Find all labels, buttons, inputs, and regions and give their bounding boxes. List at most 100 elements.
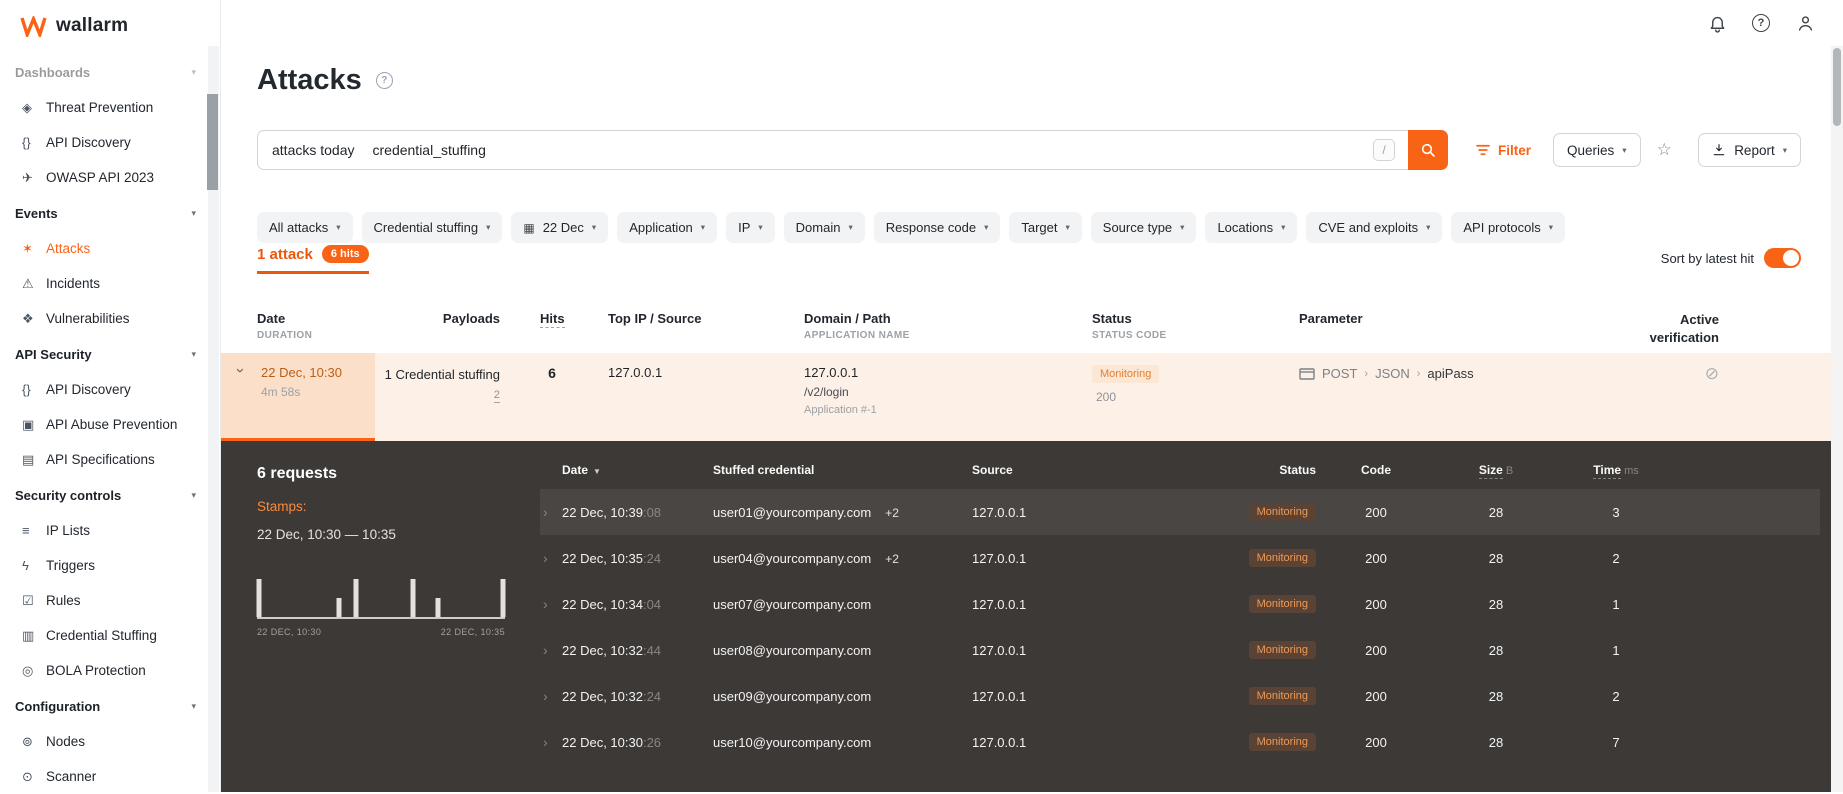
sidebar-item[interactable]: Configuration ▾ [0,688,220,724]
filter-chip[interactable]: API protocols ▾ [1451,212,1565,243]
sort-toggle[interactable] [1764,248,1801,268]
request-size: 28 [1488,688,1504,704]
request-credential: user08@yourcompany.com [713,642,872,658]
help-icon[interactable]: ? [1751,13,1771,33]
attack-count: 1 attack [257,245,313,263]
filter-chip-label: Response code [885,220,977,235]
expand-chevron-icon[interactable]: › [540,596,562,612]
sidebar-item-label: Triggers [46,558,96,573]
sidebar-item[interactable]: ▤ API Specifications ▾ [0,442,220,477]
sidebar-item[interactable]: ✶ Attacks ▾ [0,231,220,266]
chevron-down-icon: ▾ [591,222,597,232]
sidebar-item[interactable]: ◈ Threat Prevention ▾ [0,90,220,125]
expand-chevron-icon[interactable]: › [540,642,562,658]
col-parameter: Parameter [1299,311,1363,326]
filter-chip[interactable]: Response code ▾ [873,212,1001,243]
sidebar-item-label: API Discovery [46,382,131,397]
filter-chip[interactable]: Credential stuffing ▾ [361,212,503,243]
filter-chip[interactable]: Domain ▾ [783,212,865,243]
sidebar-item[interactable]: ⊙ Scanner ▾ [0,759,220,794]
main-content: ? Attacks ? attacks today credential_stu… [221,0,1843,792]
sidebar-nav: Dashboards ▾ ◈ Threat Prevention ▾ {} AP… [0,52,220,794]
request-date: 22 Dec, 10:32:24 [562,688,662,704]
more-credentials-badge[interactable]: +2 [885,506,899,520]
attack-path: /v2/login [804,385,849,399]
request-row[interactable]: › 22 Dec, 10:32:24 user09@yourcompany.co… [540,673,1820,719]
filter-chip-label: IP [738,220,751,235]
attack-row[interactable]: › 22 Dec, 10:30 4m 58s 1 Credential stuf… [221,353,1843,441]
filter-button[interactable]: Filter [1476,143,1531,158]
col-request-status: Status [1279,463,1316,477]
payload-count[interactable]: 2 [493,388,500,403]
filter-chip[interactable]: Application ▾ [617,212,718,243]
expand-chevron-icon[interactable]: › [540,504,562,520]
chevron-down-icon: ▾ [1281,222,1286,232]
sidebar-item[interactable]: Security controls ▾ [0,477,220,513]
request-row[interactable]: › 22 Dec, 10:35:24 user04@yourcompany.co… [540,535,1820,581]
favorite-star-icon[interactable]: ☆ [1657,140,1672,160]
request-row[interactable]: › 22 Dec, 10:39:08 user01@yourcompany.co… [540,489,1820,535]
filter-chip[interactable]: CVE and exploits ▾ [1306,212,1443,243]
filter-chip[interactable]: IP ▾ [726,212,775,243]
sidebar-item[interactable]: ☑ Rules ▾ [0,583,220,618]
col-size[interactable]: Size B [1436,463,1556,479]
sidebar-item[interactable]: {} API Discovery ▾ [0,372,220,407]
col-time[interactable]: Time ms [1556,463,1676,479]
user-icon[interactable] [1795,13,1815,33]
attack-domain: 127.0.0.1 [804,365,859,380]
terminal-icon [1299,367,1315,380]
page-scrollbar-thumb[interactable] [1833,48,1841,126]
chevron-down-icon: ▾ [191,207,196,218]
search-button[interactable] [1408,130,1448,170]
col-request-date[interactable]: Date ▼ [562,463,713,477]
request-source: 127.0.0.1 [972,596,1027,612]
stamps-link[interactable]: Stamps: [257,499,307,514]
paper-plane-icon: ✈ [22,169,33,185]
expand-chevron-icon[interactable]: › [540,550,562,566]
sidebar-item[interactable]: ▥ Credential Stuffing ▾ [0,618,220,653]
notifications-bell-icon[interactable] [1707,13,1727,33]
page-help-icon[interactable]: ? [375,72,393,89]
filter-chip[interactable]: Locations ▾ [1205,212,1298,243]
filter-chip[interactable]: Target ▾ [1009,212,1082,243]
request-row[interactable]: › 22 Dec, 10:34:04 user07@yourcompany.co… [540,581,1820,627]
sidebar-item-label: API Security [15,346,92,362]
sidebar-item[interactable]: ◎ BOLA Protection ▾ [0,653,220,688]
filter-chip[interactable]: ▦ 22 Dec ▾ [511,212,609,243]
filter-chip-label: Credential stuffing [373,220,479,235]
sidebar-scrollbar-thumb[interactable] [207,94,218,190]
more-credentials-badge[interactable]: +2 [885,552,899,566]
sidebar-item[interactable]: Events ▾ [0,195,220,231]
sidebar-item[interactable]: ❖ Vulnerabilities ▾ [0,301,220,336]
request-source: 127.0.0.1 [972,504,1027,520]
page-scrollbar[interactable] [1831,46,1843,792]
request-row[interactable]: › 22 Dec, 10:30:26 user10@yourcompany.co… [540,719,1820,765]
sidebar-item[interactable]: {} API Discovery ▾ [0,125,220,160]
queries-dropdown[interactable]: Queries ▾ [1553,133,1641,167]
sidebar-item[interactable]: API Security ▾ [0,336,220,372]
chevron-down-icon: ▾ [191,700,196,711]
code-braces-icon: {} [22,135,31,150]
sidebar-item[interactable]: ≡ IP Lists ▾ [0,513,220,548]
col-hits-sort[interactable]: Hits [540,311,565,328]
report-button[interactable]: Report ▾ [1698,133,1801,167]
filter-chip-label: Source type [1102,220,1173,235]
search-input[interactable]: attacks today credential_stuffing / [257,130,1448,170]
sidebar-item[interactable]: ⊚ Nodes ▾ [0,724,220,759]
expand-chevron-icon[interactable]: › [540,688,562,704]
sidebar-item[interactable]: Dashboards ▾ [0,54,220,90]
filter-chip[interactable]: All attacks ▾ [257,212,353,243]
sidebar-item[interactable]: ϟ Triggers ▾ [0,548,220,583]
filter-chip[interactable]: Source type ▾ [1090,212,1197,243]
request-row[interactable]: › 22 Dec, 10:32:44 user08@yourcompany.co… [540,627,1820,673]
expand-chevron-icon[interactable]: › [540,734,562,750]
sidebar-item[interactable]: ✈ OWASP API 2023 ▾ [0,160,220,195]
collapse-chevron-icon[interactable]: › [232,368,249,373]
sidebar-scrollbar[interactable] [207,46,219,792]
sidebar-item[interactable]: ▣ API Abuse Prevention ▾ [0,407,220,442]
histogram-bar [256,579,262,617]
attack-count-tab[interactable]: 1 attack 6 hits [257,245,369,274]
request-date: 22 Dec, 10:34:04 [562,596,662,612]
brand[interactable]: wallarm [0,0,220,52]
sidebar-item[interactable]: ⚠ Incidents ▾ [0,266,220,301]
